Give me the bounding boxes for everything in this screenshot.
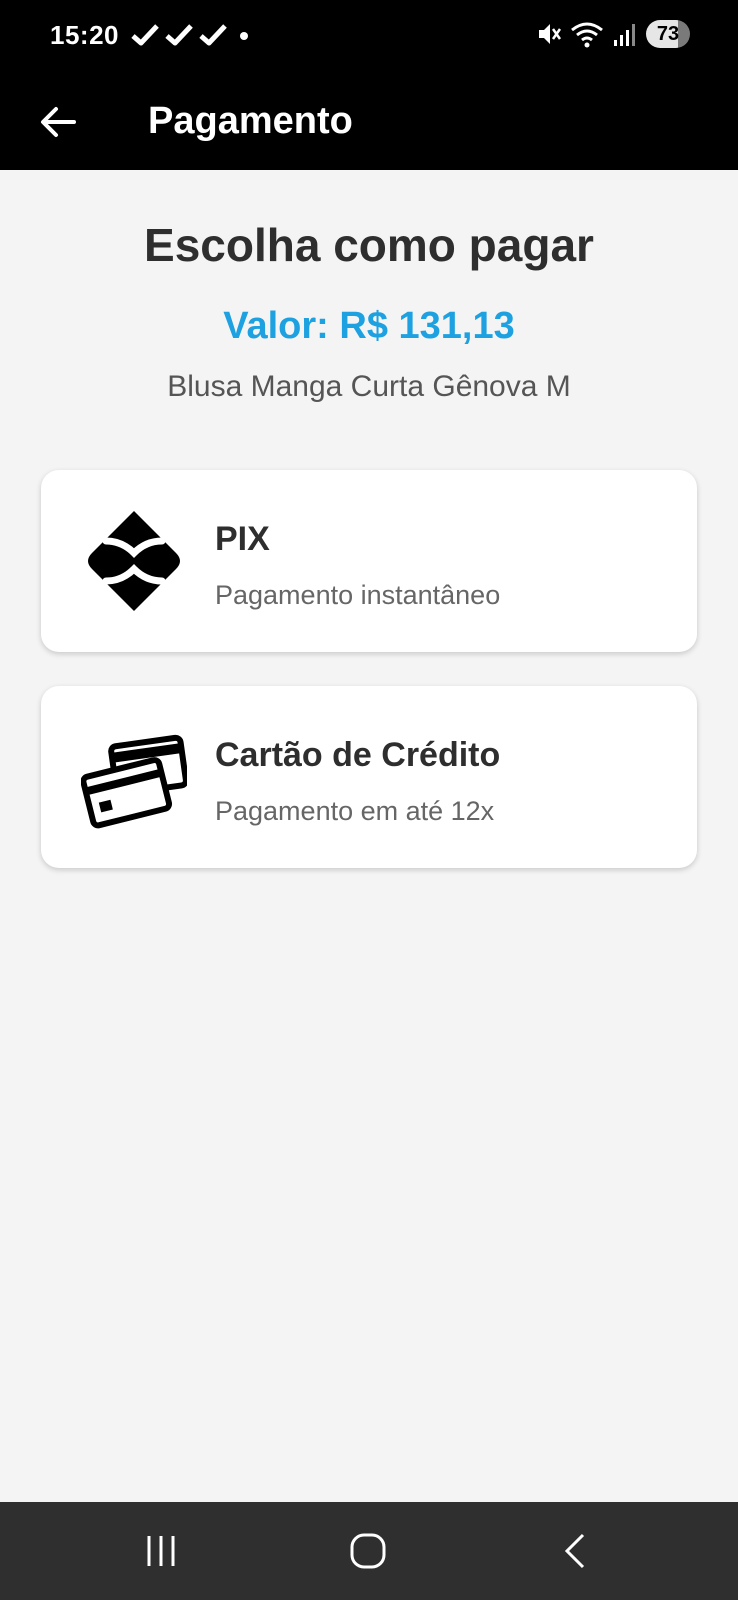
recents-button[interactable]	[136, 1526, 186, 1576]
check-icon	[199, 24, 227, 46]
page-title: Pagamento	[148, 100, 353, 142]
section-heading: Escolha como pagar	[144, 219, 594, 271]
option-subtitle: Pagamento em até 12x	[215, 796, 495, 826]
check-icon	[165, 24, 193, 46]
dot-icon	[240, 32, 248, 40]
arrow-left-icon	[41, 107, 76, 137]
credit-card-option-card[interactable]: Cartão de Crédito Pagamento em até 12x	[41, 686, 697, 868]
home-button[interactable]	[343, 1526, 393, 1576]
battery-indicator: 73	[646, 20, 690, 48]
system-icons: 73	[536, 20, 690, 48]
notification-icons	[130, 22, 260, 48]
payment-screen: 15:20 73 Pagamento Escolha como pagar Va…	[0, 0, 738, 1600]
signal-icon	[614, 24, 635, 46]
status-time: 15:20	[50, 20, 119, 50]
back-icon	[564, 1533, 585, 1569]
recents-icon	[147, 1536, 175, 1566]
check-icon	[131, 24, 159, 46]
product-name: Blusa Manga Curta Gênova M	[167, 370, 571, 403]
option-subtitle: Pagamento instantâneo	[215, 580, 501, 610]
status-bar: 15:20 73	[0, 0, 738, 72]
battery-level: 73	[656, 22, 680, 45]
pix-icon	[81, 508, 187, 614]
wifi-icon	[571, 22, 603, 48]
option-title: PIX	[215, 520, 270, 558]
mute-icon	[539, 24, 562, 44]
credit-card-icon	[81, 724, 187, 830]
home-icon	[350, 1533, 386, 1569]
payment-amount: Valor: R$ 131,13	[223, 305, 515, 347]
back-button[interactable]	[30, 94, 86, 150]
pix-option-card[interactable]: PIX Pagamento instantâneo	[41, 470, 697, 652]
system-nav-bar	[0, 1502, 738, 1600]
nav-back-button[interactable]	[550, 1526, 600, 1576]
app-bar: Pagamento	[0, 72, 738, 170]
option-title: Cartão de Crédito	[215, 736, 501, 774]
